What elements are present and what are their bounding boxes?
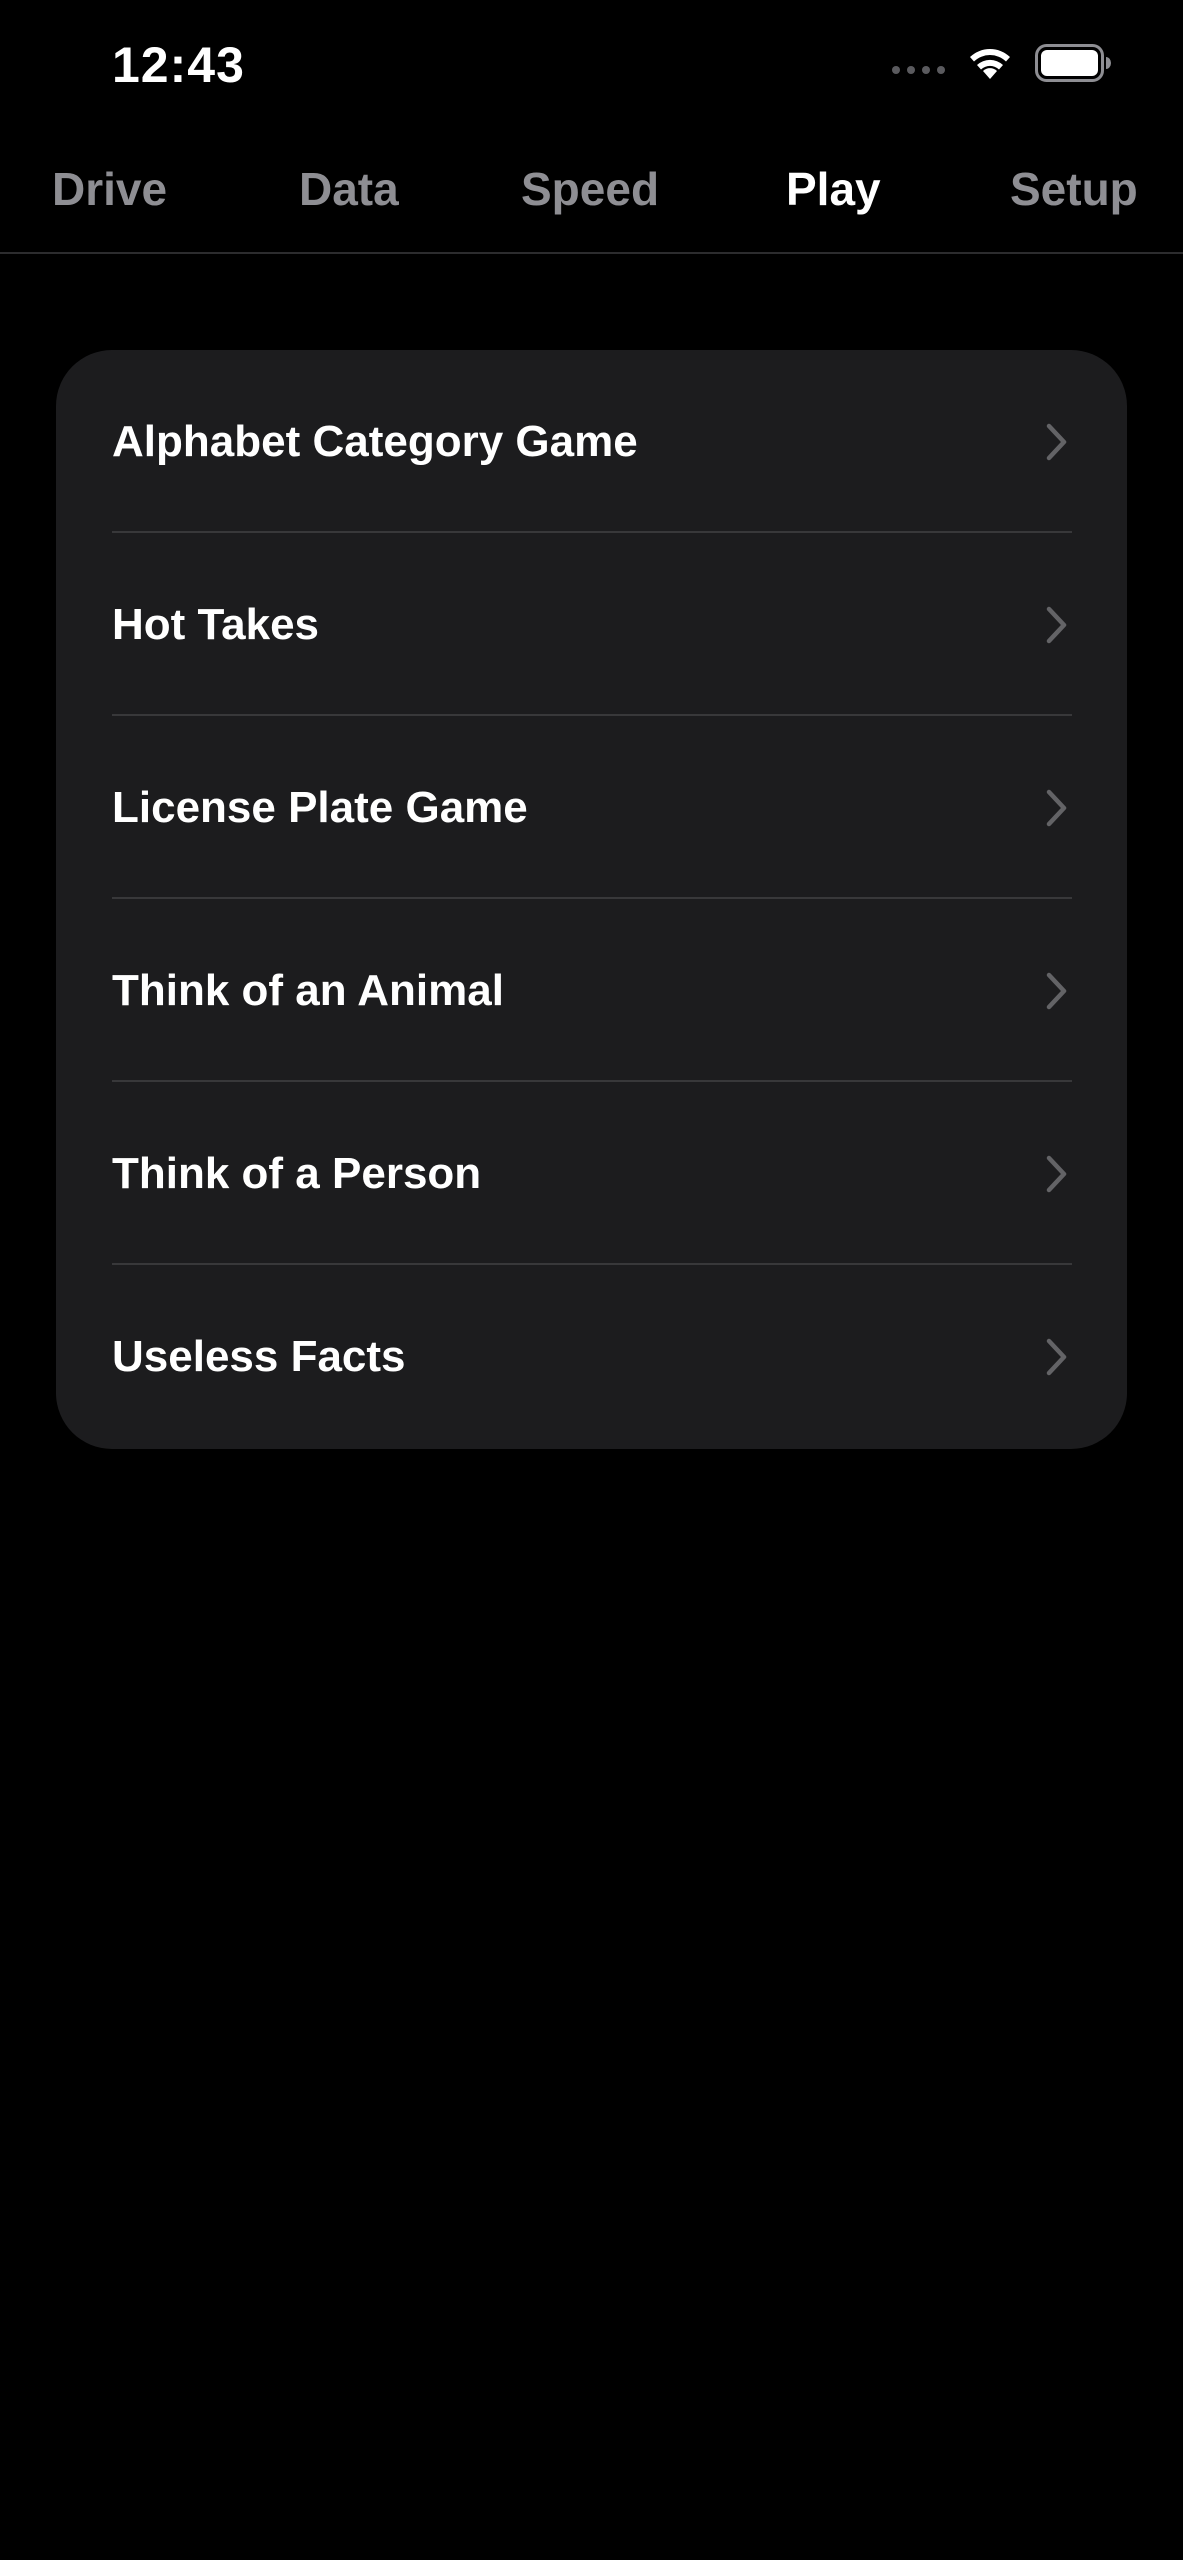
list-item-license-plate-game[interactable]: License Plate Game [56,716,1127,899]
status-icons [892,44,1111,82]
chevron-right-icon [1046,789,1067,826]
list-item-hot-takes[interactable]: Hot Takes [56,533,1127,716]
chevron-right-icon [1046,1338,1067,1375]
list-item-think-of-an-animal[interactable]: Think of an Animal [56,899,1127,1082]
chevron-right-icon [1046,423,1067,460]
chevron-right-icon [1046,1155,1067,1192]
list-item-label: License Plate Game [112,782,528,832]
list-item-useless-facts[interactable]: Useless Facts [56,1265,1127,1448]
list-item-think-of-a-person[interactable]: Think of a Person [56,1082,1127,1265]
tab-setup[interactable]: Setup [1010,162,1138,216]
list-item-label: Alphabet Category Game [112,416,638,466]
chevron-right-icon [1046,972,1067,1009]
list-item-label: Think of an Animal [112,965,504,1015]
games-list: Alphabet Category Game Hot Takes License… [56,350,1127,1449]
battery-icon [1035,44,1111,82]
wifi-icon [970,49,1010,79]
tab-play[interactable]: Play [786,162,881,216]
chevron-right-icon [1046,606,1067,643]
status-time: 12:43 [112,37,245,93]
tab-drive[interactable]: Drive [52,162,167,216]
status-bar: 12:43 [0,0,1183,130]
signal-dots-icon [892,66,945,74]
list-item-label: Think of a Person [112,1148,482,1198]
list-item-label: Hot Takes [112,599,320,649]
tab-data[interactable]: Data [299,162,399,216]
list-item-alphabet-category-game[interactable]: Alphabet Category Game [56,350,1127,533]
tab-speed[interactable]: Speed [521,162,659,216]
top-tab-bar: Drive Data Speed Play Setup [0,130,1183,254]
list-item-label: Useless Facts [112,1331,406,1381]
